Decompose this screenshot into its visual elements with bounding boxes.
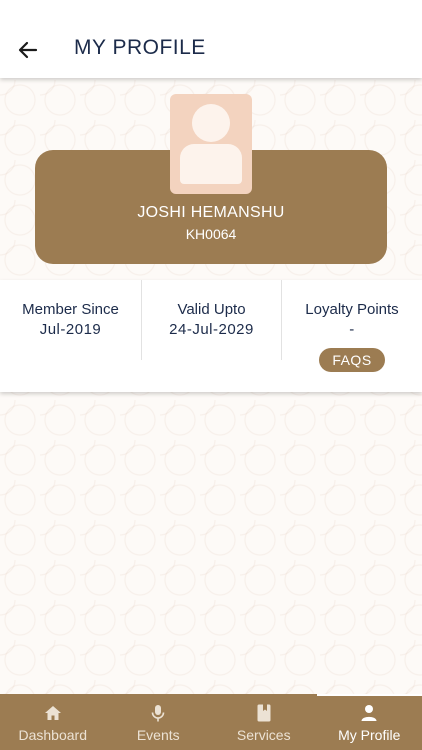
nav-item-events[interactable]: Events <box>106 694 212 750</box>
stat-value: Jul-2019 <box>39 321 102 338</box>
home-icon <box>44 706 61 720</box>
user-avatar-icon <box>170 94 252 194</box>
stat-valid-upto: Valid Upto 24-Jul-2029 <box>141 280 281 360</box>
person-icon <box>361 705 377 721</box>
nav-label: My Profile <box>338 727 401 743</box>
bottom-navigation: Dashboard Events Services My Profile <box>0 694 422 750</box>
stat-label: Valid Upto <box>177 301 246 318</box>
stat-value: 24-Jul-2029 <box>169 321 254 338</box>
stat-member-since: Member Since Jul-2019 <box>0 280 141 360</box>
avatar-head <box>192 104 230 142</box>
back-button[interactable] <box>14 36 42 64</box>
nav-item-dashboard[interactable]: Dashboard <box>0 694 106 750</box>
member-name: JOSHI HEMANSHU <box>137 204 285 221</box>
nav-item-my-profile[interactable]: My Profile <box>316 694 422 750</box>
avatar-body <box>180 144 242 184</box>
faqs-button[interactable]: FAQS <box>319 348 385 372</box>
stat-label: Loyalty Points <box>305 301 399 318</box>
stat-value: - <box>349 321 355 338</box>
stat-label: Member Since <box>22 301 119 318</box>
book-icon <box>257 704 271 722</box>
member-id: KH0064 <box>185 226 237 242</box>
microphone-icon <box>151 705 165 722</box>
nav-label: Events <box>136 727 180 743</box>
page-title: MY PROFILE <box>74 36 206 59</box>
nav-label: Dashboard <box>18 727 88 743</box>
app-header: MY PROFILE <box>0 0 422 78</box>
nav-label: Services <box>236 727 291 743</box>
arrow-left-icon <box>18 41 38 59</box>
nav-item-services[interactable]: Services <box>211 694 317 750</box>
membership-stats-panel: Member Since Jul-2019 Valid Upto 24-Jul-… <box>0 280 422 392</box>
